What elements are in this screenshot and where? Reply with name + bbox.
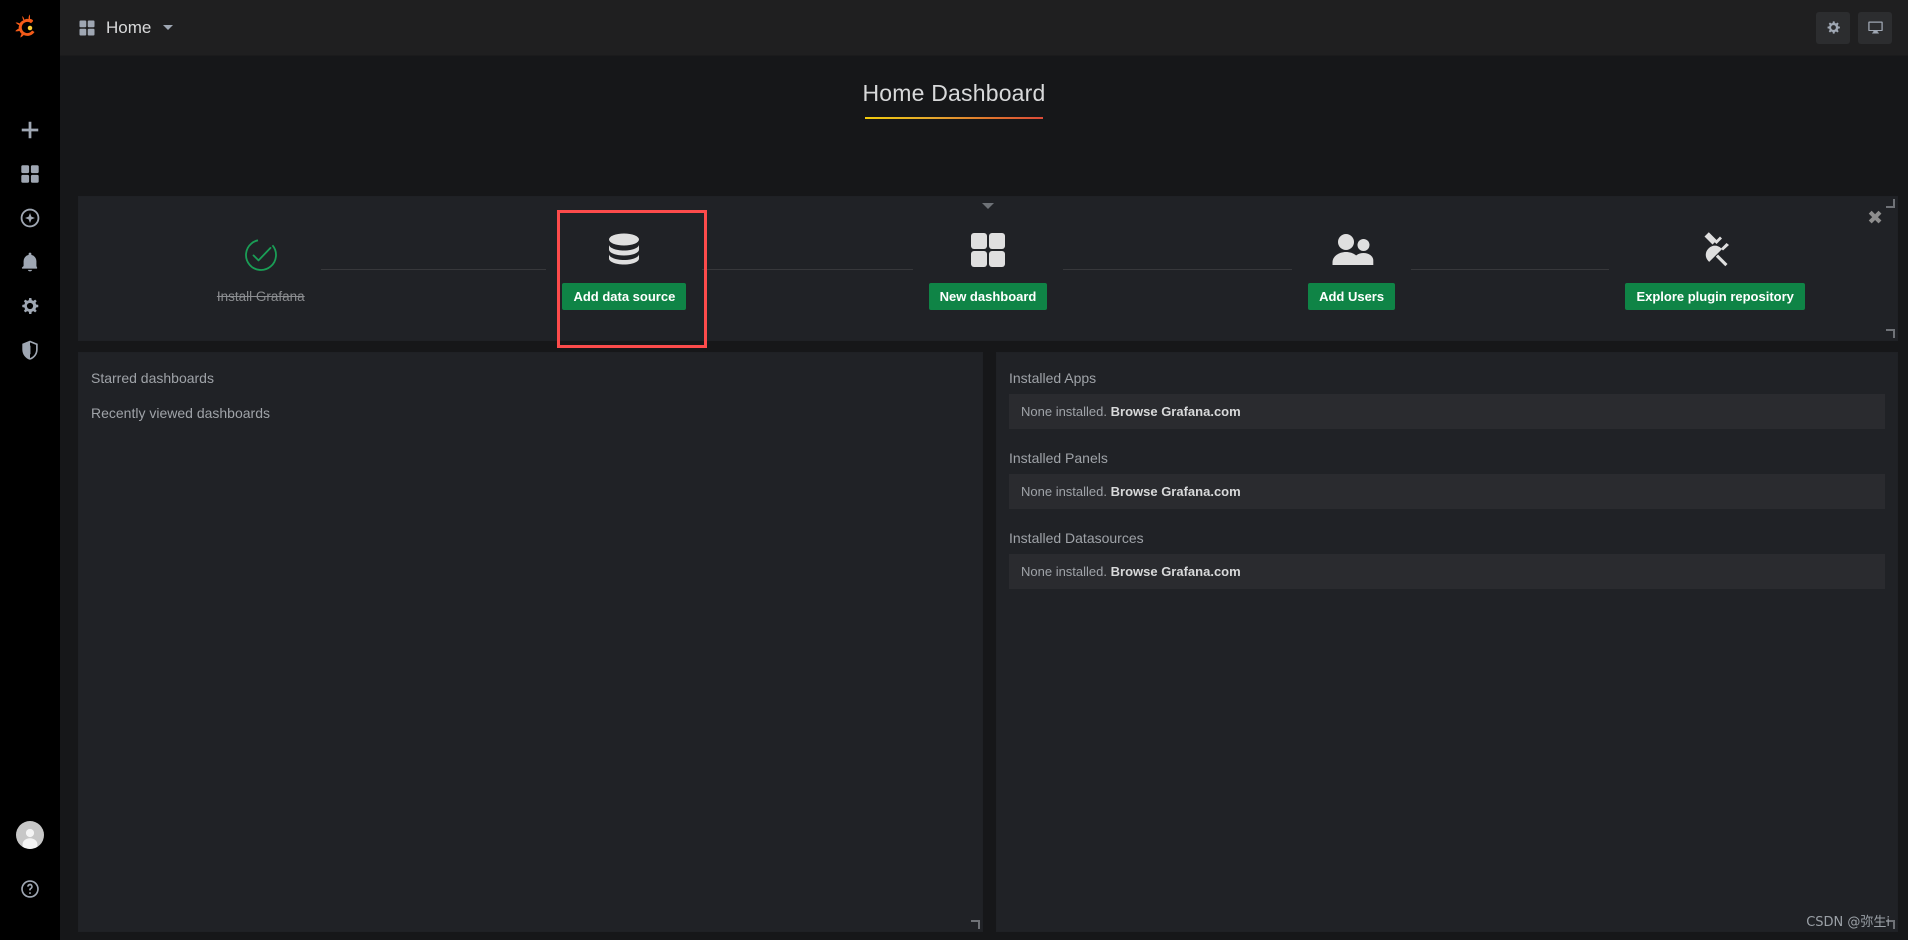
- user-avatar-icon: [16, 821, 44, 849]
- users-glyph: [1332, 233, 1373, 265]
- breadcrumb[interactable]: Home: [60, 17, 174, 38]
- grid-icon: [968, 228, 1008, 272]
- users-icon: [1329, 228, 1375, 272]
- shield-icon: [22, 340, 38, 360]
- grid-glyph: [970, 232, 1005, 267]
- onboarding-steps: Install Grafana Add data source New dash…: [79, 197, 1897, 340]
- compass-icon: [20, 208, 40, 228]
- grafana-logo-glyph: [15, 14, 35, 38]
- section-heading: Installed Datasources: [1009, 530, 1144, 546]
- database-glyph: [609, 233, 640, 264]
- panel-resize-handle-bottom-right[interactable]: [971, 920, 980, 929]
- nav-top-group: [0, 108, 60, 372]
- sidebar-item-dashboards[interactable]: [0, 152, 60, 196]
- side-menu: [0, 0, 60, 940]
- step-label: Install Grafana: [216, 289, 305, 304]
- empty-text: None installed.: [1021, 484, 1107, 499]
- plus-icon: [21, 121, 39, 139]
- sidebar-item-create[interactable]: [0, 108, 60, 152]
- sidebar-item-alerting[interactable]: [0, 240, 60, 284]
- nav-bottom-group: [0, 808, 60, 940]
- starred-dashboards-row[interactable]: Starred dashboards: [91, 365, 970, 400]
- installed-datasources-section: Installed Datasources None installed. Br…: [1009, 525, 1885, 589]
- dashboards-list-panel: Starred dashboards Recently viewed dashb…: [78, 352, 983, 932]
- caret-down-icon: [163, 25, 174, 30]
- navbar: Home: [60, 0, 1908, 56]
- dashboard-title-area: Home Dashboard: [0, 80, 1908, 119]
- dashboard-settings-button[interactable]: [1816, 11, 1850, 44]
- explore-plugin-repository-button[interactable]: Explore plugin repository: [1625, 282, 1805, 310]
- title-underline: [865, 117, 1043, 119]
- recently-viewed-dashboards-row[interactable]: Recently viewed dashboards: [91, 400, 970, 435]
- onboarding-step-add-users: Add Users: [1169, 197, 1534, 340]
- browse-grafana-link[interactable]: Browse Grafana.com: [1111, 484, 1241, 499]
- breadcrumb-label: Home: [106, 17, 152, 37]
- check-circle-glyph: [244, 239, 277, 271]
- installed-panels-section: Installed Panels None installed. Browse …: [1009, 445, 1885, 509]
- onboarding-step-install-grafana: Install Grafana: [79, 197, 443, 340]
- add-users-button[interactable]: Add Users: [1308, 282, 1396, 310]
- gear-icon: [22, 298, 39, 314]
- avatar-glyph: [22, 828, 38, 849]
- plug-icon: [1694, 228, 1736, 272]
- installed-panels-empty: None installed. Browse Grafana.com: [1009, 474, 1885, 509]
- grafana-logo-icon[interactable]: [0, 0, 60, 56]
- navbar-actions: [1816, 11, 1908, 44]
- sidebar-item-configuration[interactable]: [0, 284, 60, 328]
- section-heading: Installed Apps: [1009, 370, 1097, 386]
- check-circle-icon: [243, 233, 279, 277]
- sidebar-item-server-admin[interactable]: [0, 328, 60, 372]
- monitor-icon: [1867, 21, 1883, 34]
- empty-text: None installed.: [1021, 564, 1107, 579]
- empty-text: None installed.: [1021, 404, 1107, 419]
- add-data-source-button[interactable]: Add data source: [562, 282, 687, 310]
- panel-resize-handle-bottom-right[interactable]: [1886, 920, 1895, 929]
- gear-icon: [1827, 21, 1840, 34]
- onboarding-step-explore-plugins: Explore plugin repository: [1533, 197, 1897, 340]
- grid-icon: [21, 165, 39, 183]
- plug-glyph: [1704, 231, 1730, 266]
- onboarding-step-new-dashboard: New dashboard: [806, 197, 1170, 340]
- sidebar-item-user-profile[interactable]: [0, 808, 60, 862]
- sidebar-item-explore[interactable]: [0, 196, 60, 240]
- question-circle-icon: [21, 880, 39, 898]
- installed-apps-empty: None installed. Browse Grafana.com: [1009, 394, 1885, 429]
- database-icon: [603, 228, 645, 272]
- kiosk-mode-button[interactable]: [1858, 11, 1892, 44]
- onboarding-panel: ✖ Install Grafana Add data source New da…: [78, 196, 1898, 341]
- bell-icon: [21, 252, 38, 272]
- browse-grafana-link[interactable]: Browse Grafana.com: [1111, 404, 1241, 419]
- onboarding-step-add-data-source: Add data source: [442, 197, 807, 340]
- sidebar-item-help[interactable]: [0, 862, 60, 916]
- new-dashboard-button[interactable]: New dashboard: [928, 282, 1048, 310]
- section-heading: Installed Panels: [1009, 450, 1108, 466]
- browse-grafana-link[interactable]: Browse Grafana.com: [1111, 564, 1241, 579]
- page-title: Home Dashboard: [862, 80, 1046, 106]
- grid-icon: [79, 20, 95, 35]
- installed-plugins-panel: Installed Apps None installed. Browse Gr…: [996, 352, 1898, 932]
- installed-datasources-empty: None installed. Browse Grafana.com: [1009, 554, 1885, 589]
- installed-apps-section: Installed Apps None installed. Browse Gr…: [1009, 365, 1885, 429]
